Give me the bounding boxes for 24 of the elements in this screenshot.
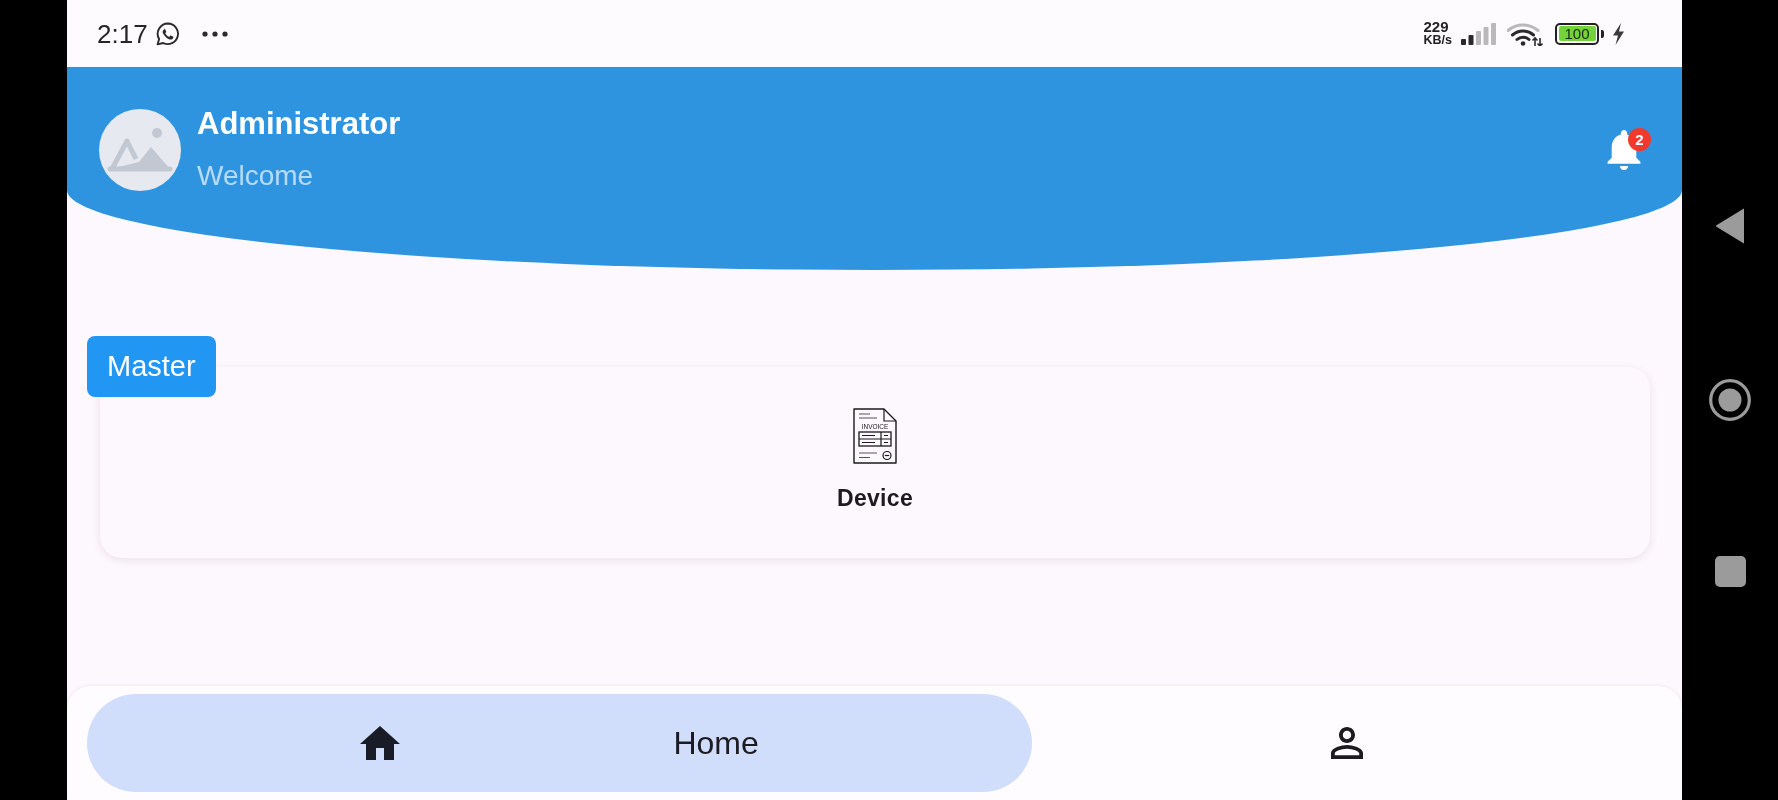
back-icon — [1716, 207, 1744, 244]
notification-badge: 2 — [1628, 128, 1651, 151]
avatar-placeholder-icon — [99, 109, 181, 191]
back-button[interactable] — [1716, 207, 1744, 244]
square-icon — [1714, 555, 1746, 587]
recents-button[interactable] — [1714, 555, 1746, 587]
person-icon — [1331, 727, 1363, 759]
network-speed-unit: KB/s — [1423, 34, 1452, 47]
home-circle-icon — [1709, 378, 1751, 421]
battery-percentage: 100 — [1558, 26, 1596, 41]
phone-bubble-icon — [155, 21, 180, 46]
nav-tab[interactable]: Home — [87, 694, 1032, 792]
wifi-icon — [1507, 21, 1543, 46]
user-name: Administrator — [197, 106, 401, 142]
signal-icon — [1461, 22, 1497, 45]
more-icon — [201, 30, 228, 37]
notifications-button[interactable]: 2 — [1607, 128, 1651, 170]
lightning-icon — [1612, 22, 1625, 45]
home-button[interactable] — [1709, 378, 1751, 421]
welcome-text: Welcome — [197, 159, 314, 193]
section-label: Master — [87, 336, 216, 397]
network-speed: 229 — [1423, 20, 1449, 34]
home-icon — [360, 726, 401, 760]
status-time: 2:17 — [97, 18, 148, 49]
